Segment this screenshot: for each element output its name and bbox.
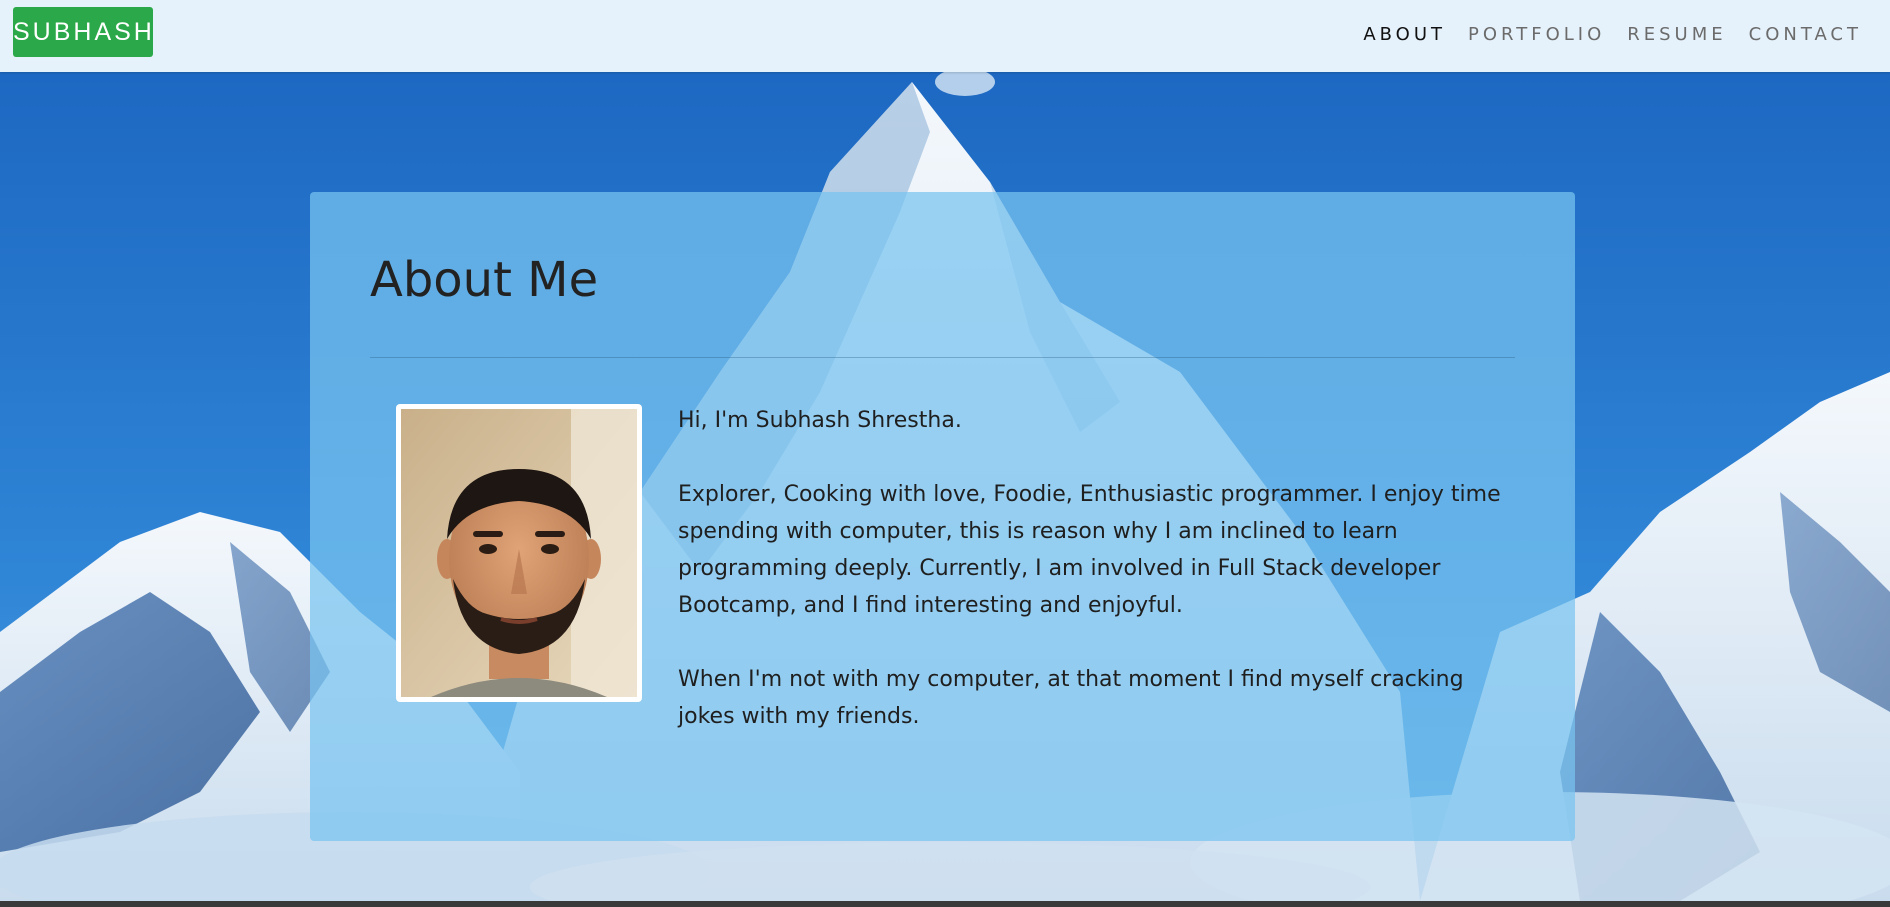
brand-logo-button[interactable]: SUBHASH <box>13 7 153 57</box>
profile-photo <box>396 404 642 702</box>
about-card: About Me Hi, I'm Subhash Shrestha. Explo… <box>310 192 1575 841</box>
nav-link-portfolio[interactable]: PORTFOLIO <box>1468 24 1605 45</box>
bio-paragraph-hobbies: When I'm not with my computer, at that m… <box>678 667 1464 729</box>
bottom-edge-bar <box>0 901 1890 907</box>
about-title: About Me <box>370 252 599 308</box>
bio-paragraph-interests: Explorer, Cooking with love, Foodie, Ent… <box>678 482 1501 618</box>
nav-link-contact[interactable]: CONTACT <box>1749 24 1862 45</box>
nav-link-about[interactable]: ABOUT <box>1363 24 1446 45</box>
portrait-image <box>401 409 637 697</box>
nav-links: ABOUT PORTFOLIO RESUME CONTACT <box>1363 0 1862 68</box>
navbar: SUBHASH ABOUT PORTFOLIO RESUME CONTACT <box>0 0 1890 72</box>
nav-link-resume[interactable]: RESUME <box>1627 24 1726 45</box>
title-divider <box>370 357 1515 358</box>
bio-paragraph-intro: Hi, I'm Subhash Shrestha. <box>678 408 962 433</box>
about-bio: Hi, I'm Subhash Shrestha. Explorer, Cook… <box>678 402 1508 772</box>
